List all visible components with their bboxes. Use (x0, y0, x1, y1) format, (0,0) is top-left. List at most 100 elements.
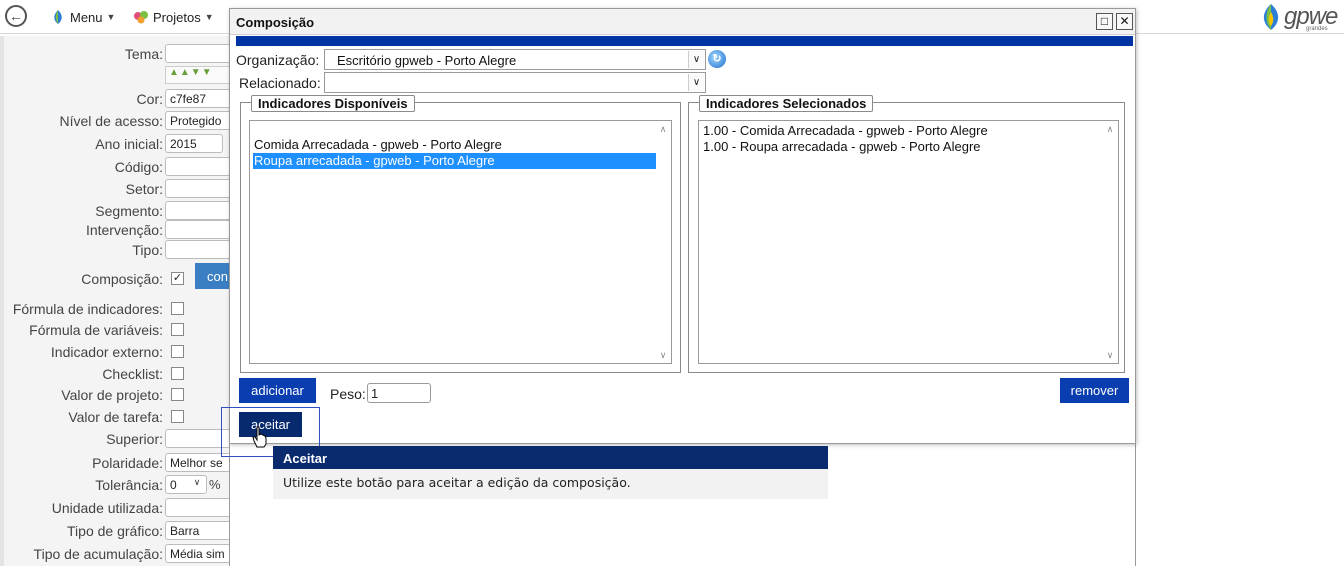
remover-button[interactable]: remover (1060, 378, 1129, 403)
form-label: Ano inicial: (95, 136, 163, 152)
dialog-title: Composição (236, 15, 315, 30)
form-row-formula-indicadores: Fórmula de indicadores: (0, 299, 232, 319)
setor-select[interactable] (165, 179, 232, 198)
unidade-input[interactable] (165, 498, 232, 517)
tipo-grafico-select[interactable]: Barra (165, 521, 232, 540)
scroll-up-icon[interactable]: ∧ (1104, 123, 1116, 135)
selecionados-listbox[interactable]: 1.00 - Comida Arrecadada - gpweb - Porto… (698, 120, 1119, 364)
tooltip-body: Utilize este botão para aceitar a edição… (273, 469, 828, 499)
form-row-nivel-acesso: Nível de acesso: Protegido (0, 111, 232, 131)
chevron-down-icon: ∨ (193, 477, 201, 487)
relacionado-row: Relacionado: ∨ (239, 72, 719, 94)
tolerancia-select[interactable]: 0 ∨ (165, 475, 207, 494)
form-label: Cor: (136, 91, 163, 107)
form-label: Valor de projeto: (61, 387, 163, 403)
peso-input[interactable]: 1 (367, 383, 431, 403)
gpweb-logo: gpwe grandes (1254, 0, 1338, 34)
form-row-tipo: Tipo: (0, 240, 232, 260)
back-arrow-icon[interactable]: ← (5, 5, 27, 27)
chevron-down-icon: ▼ (106, 12, 116, 22)
checklist-checkbox[interactable] (171, 367, 184, 380)
list-item[interactable]: 1.00 - Comida Arrecadada - gpweb - Porto… (702, 123, 988, 139)
close-icon[interactable]: ✕ (1116, 13, 1133, 30)
tema-input[interactable] (165, 44, 232, 63)
selecionados-legend: Indicadores Selecionados (699, 95, 874, 112)
form-row-valor-tarefa: Valor de tarefa: (0, 407, 232, 427)
valor-tarefa-checkbox[interactable] (171, 410, 184, 423)
logo-subtitle: grandes (1306, 26, 1328, 32)
composicao-button[interactable]: con (195, 263, 232, 289)
codigo-input[interactable] (165, 157, 232, 176)
list-item[interactable]: 1.00 - Roupa arrecadada - gpweb - Porto … (702, 139, 981, 155)
form-row-tipo-grafico: Tipo de gráfico: Barra (0, 521, 232, 541)
projetos-dropdown[interactable]: Projetos ▼ (133, 9, 214, 25)
form-row-tipo-acumulacao: Tipo de acumulação: Média sim (0, 544, 232, 564)
form-label: Unidade utilizada: (51, 500, 163, 516)
valor-projeto-checkbox[interactable] (171, 388, 184, 401)
form-row-ano-inicial: Ano inicial: 2015 (0, 134, 232, 154)
disponiveis-listbox[interactable]: Comida Arrecadada - gpweb - Porto Alegre… (249, 120, 672, 364)
nivel-acesso-select[interactable]: Protegido (165, 111, 232, 130)
composicao-checkbox[interactable]: ✓ (171, 272, 184, 285)
ano-inicial-input[interactable]: 2015 (165, 134, 223, 153)
form-row-indicador-externo: Indicador externo: (0, 342, 232, 362)
chevron-down-icon: ▼ (204, 12, 214, 22)
form-row-checklist: Checklist: (0, 364, 232, 384)
tipo-acumulacao-select[interactable]: Média sim (165, 544, 232, 563)
form-row-codigo: Código: (0, 157, 232, 177)
intervencao-select[interactable] (165, 220, 232, 239)
form-label: Fórmula de indicadores: (12, 301, 163, 317)
aceitar-button[interactable]: aceitar (239, 412, 302, 437)
form-row-cor: Cor: c7fe87 (0, 89, 232, 109)
refresh-icon[interactable]: ↻ (708, 50, 726, 68)
cor-input[interactable]: c7fe87 (165, 89, 232, 108)
dialog-titlebar[interactable]: Composição □ ✕ (230, 9, 1135, 35)
list-item[interactable]: Comida Arrecadada - gpweb - Porto Alegre (253, 137, 502, 153)
tooltip-title: Aceitar (273, 446, 828, 469)
projects-icon (133, 9, 149, 25)
form-row-tema: Tema: (0, 44, 232, 64)
form-row-formula-variaveis: Fórmula de variáveis: (0, 320, 232, 340)
organizacao-label: Organização: (236, 52, 320, 68)
form-row-tolerancia: Tolerância: 0 ∨ % (0, 475, 232, 495)
tolerancia-unit: % (209, 477, 221, 492)
form-label: Segmento: (95, 203, 163, 219)
form-label: Tolerância: (95, 477, 163, 493)
tema-color-icons[interactable]: ▲▲▼▼ (165, 66, 232, 84)
dialog-header-band (236, 36, 1133, 46)
form-row-polaridade: Polaridade: Melhor se (0, 453, 232, 473)
disponiveis-fieldset: Indicadores Disponíveis Comida Arrecadad… (240, 95, 681, 373)
menu-logo-icon (50, 9, 66, 25)
list-item-selected[interactable]: Roupa arrecadada - gpweb - Porto Alegre (253, 153, 656, 169)
form-label: Composição: (81, 271, 163, 287)
selecionados-fieldset: Indicadores Selecionados 1.00 - Comida A… (688, 95, 1125, 373)
formula-indicadores-checkbox[interactable] (171, 302, 184, 315)
form-label: Nível de acesso: (59, 113, 164, 129)
scroll-down-icon[interactable]: ∨ (1104, 349, 1116, 361)
scroll-up-icon[interactable]: ∧ (657, 123, 669, 135)
menu-label: Menu (70, 9, 103, 25)
projetos-label: Projetos (153, 9, 201, 25)
form-label: Tipo de gráfico: (67, 523, 163, 539)
disponiveis-legend: Indicadores Disponíveis (251, 95, 415, 112)
indicador-externo-checkbox[interactable] (171, 345, 184, 358)
segmento-select[interactable] (165, 201, 232, 220)
form-label: Tipo de acumulação: (33, 546, 163, 562)
gpweb-logo-icon (1263, 4, 1279, 30)
relacionado-select[interactable]: ∨ (324, 72, 706, 93)
chevron-down-icon: ∨ (688, 51, 704, 68)
formula-variaveis-checkbox[interactable] (171, 323, 184, 336)
form-row-unidade: Unidade utilizada: (0, 498, 232, 518)
form-row-composicao: Composição: ✓ con (0, 263, 232, 289)
form-label: Código: (114, 159, 163, 175)
relacionado-label: Relacionado: (239, 75, 321, 91)
organizacao-select[interactable]: Escritório gpweb - Porto Alegre ∨ (324, 49, 706, 70)
menu-dropdown[interactable]: Menu ▼ (50, 9, 115, 25)
peso-label: Peso: (330, 386, 366, 402)
form-label: Checklist: (102, 366, 163, 382)
maximize-icon[interactable]: □ (1096, 13, 1113, 30)
adicionar-button[interactable]: adicionar (239, 378, 316, 403)
scroll-down-icon[interactable]: ∨ (657, 349, 669, 361)
tipo-select[interactable] (165, 240, 232, 259)
form-label: Indicador externo: (50, 344, 163, 360)
